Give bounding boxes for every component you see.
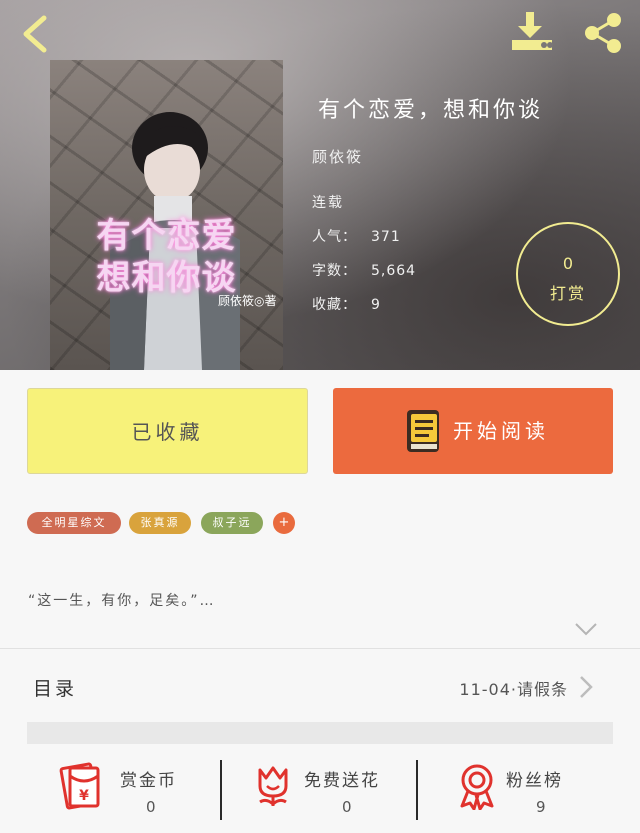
- stat-favorites: 收藏： 9: [312, 294, 381, 314]
- free-flowers-label: 免费送花: [304, 771, 380, 791]
- stat-words-label: 字数：: [312, 263, 357, 279]
- reward-coins-count: 0: [146, 798, 156, 816]
- ribbon-badge-icon: [460, 764, 494, 810]
- cover-author: 顾依筱◎著: [218, 294, 277, 308]
- stat-favorites-value: 9: [371, 297, 381, 313]
- table-of-contents-row[interactable]: 目录 11-04·请假条: [0, 650, 640, 722]
- divider: [416, 760, 418, 820]
- start-reading-label: 开始阅读: [453, 419, 549, 443]
- svg-text:¥: ¥: [79, 788, 89, 804]
- book-title: 有个恋爱，想和你谈: [318, 98, 544, 123]
- share-button[interactable]: [582, 12, 624, 54]
- stat-words: 字数： 5,664: [312, 260, 416, 280]
- free-flowers-button[interactable]: 免费送花 0: [250, 748, 415, 833]
- collected-button[interactable]: 已收藏: [27, 388, 308, 474]
- fans-ranking-label: 粉丝榜: [506, 771, 563, 791]
- book-cover[interactable]: 有个恋爱 想和你谈 顾依筱◎著: [50, 60, 283, 370]
- fans-ranking-button[interactable]: 粉丝榜 9: [450, 748, 590, 833]
- stat-favorites-label: 收藏：: [312, 297, 357, 313]
- add-tag-button[interactable]: +: [273, 512, 295, 534]
- latest-chapter: 11-04·请假条: [459, 680, 568, 699]
- book-status: 连载: [312, 195, 344, 211]
- bottom-action-bar: ¥ 赏金币 0 免费送花 0 粉丝榜 9: [0, 748, 640, 833]
- tag-item[interactable]: 张真源: [129, 512, 191, 534]
- tip-label: 打赏: [549, 284, 586, 303]
- tag-item[interactable]: 全明星综文: [27, 512, 121, 534]
- red-envelope-icon: ¥: [59, 762, 100, 810]
- toc-label: 目录: [33, 678, 78, 700]
- chevron-right-icon: [580, 676, 593, 698]
- chevron-down-icon: [575, 623, 597, 636]
- book-icon: [407, 410, 439, 452]
- reward-coins-button[interactable]: ¥ 赏金币 0: [58, 748, 218, 833]
- divider: [0, 648, 640, 649]
- back-button[interactable]: [18, 14, 52, 54]
- download-icon: [512, 12, 553, 50]
- tip-button[interactable]: 0 打赏: [516, 222, 620, 326]
- stat-popularity: 人气： 371: [312, 226, 401, 246]
- download-button[interactable]: [508, 10, 556, 54]
- tag-item[interactable]: 叔子远: [201, 512, 263, 534]
- reward-coins-label: 赏金币: [120, 771, 177, 791]
- stat-popularity-label: 人气：: [312, 229, 357, 245]
- stat-popularity-value: 371: [371, 229, 401, 245]
- section-separator: [27, 722, 613, 744]
- share-icon: [585, 13, 621, 53]
- book-author[interactable]: 顾依筱: [312, 146, 363, 167]
- divider: [220, 760, 222, 820]
- stat-words-value: 5,664: [371, 263, 417, 279]
- synopsis-text: “这一生，有你，足矣。”…: [28, 593, 216, 609]
- chevron-left-icon: [23, 15, 47, 53]
- tip-count: 0: [562, 254, 574, 273]
- free-flowers-count: 0: [342, 798, 352, 816]
- flower-icon: [258, 766, 288, 806]
- start-reading-button[interactable]: 开始阅读: [333, 388, 613, 474]
- fans-ranking-count: 9: [536, 798, 546, 816]
- book-header: 有个恋爱 想和你谈 顾依筱◎著 有个恋爱，想和你谈 顾依筱 连载 人气： 371 …: [0, 0, 640, 370]
- expand-synopsis-button[interactable]: [573, 620, 599, 638]
